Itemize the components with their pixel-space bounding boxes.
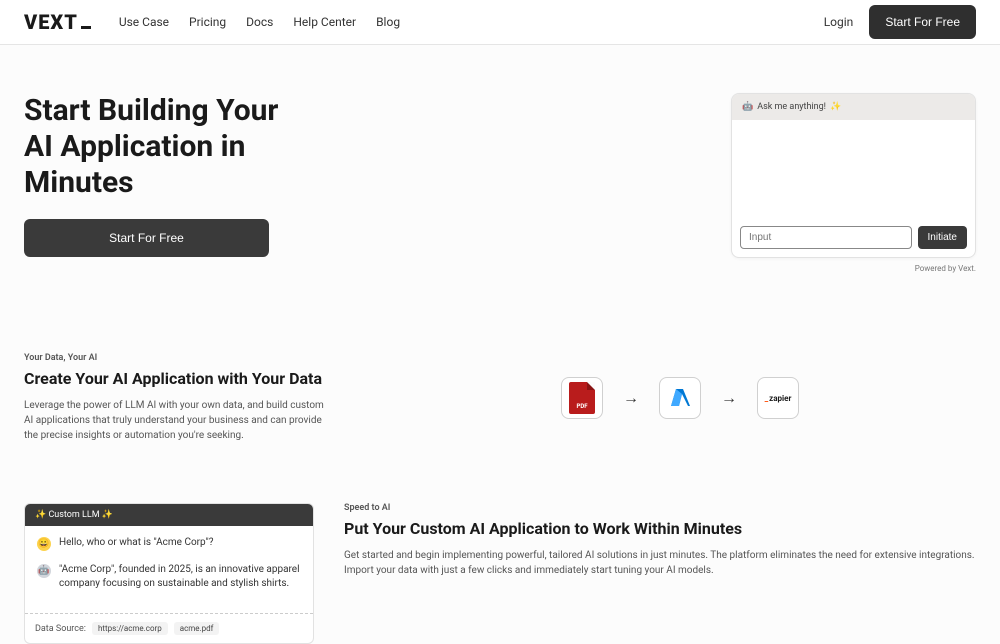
nav-blog[interactable]: Blog <box>376 15 400 29</box>
chat-body <box>732 120 975 218</box>
top-header: VEXT Use Case Pricing Docs Help Center B… <box>0 0 1000 45</box>
hero-section: Start Building Your AI Application in Mi… <box>24 45 976 333</box>
sparkle-icon: ✨ <box>830 102 841 112</box>
logo-text: VEXT <box>24 10 78 34</box>
data-section: Your Data, Your AI Create Your AI Applic… <box>24 333 976 483</box>
flow-box-azure <box>659 377 701 419</box>
start-free-hero-button[interactable]: Start For Free <box>24 219 269 257</box>
arrow-right-icon: → <box>623 388 639 408</box>
llm-data-source-row: Data Source: https://acme.corp acme.pdf <box>25 613 313 643</box>
bot-avatar-icon: 🤖 <box>37 564 51 578</box>
logo-underscore-icon <box>81 26 91 29</box>
pdf-icon: PDF <box>569 382 595 414</box>
main-nav: Use Case Pricing Docs Help Center Blog <box>119 15 400 29</box>
user-avatar-icon: 😀 <box>37 537 51 551</box>
section3-title: Put Your Custom AI Application to Work W… <box>344 519 976 538</box>
arrow-right-icon: → <box>721 388 737 408</box>
chat-input[interactable] <box>740 226 912 249</box>
nav-pricing[interactable]: Pricing <box>189 15 226 29</box>
robot-icon: 🤖 <box>742 102 753 112</box>
zapier-icon: _zapier <box>765 394 792 403</box>
logo[interactable]: VEXT <box>24 10 91 34</box>
chat-initiate-button[interactable]: Initiate <box>918 226 967 249</box>
flow-diagram: PDF → → _zapier <box>384 377 976 419</box>
llm-bot-message: 🤖 "Acme Corp", founded in 2025, is an in… <box>37 563 301 591</box>
flow-box-zapier: _zapier <box>757 377 799 419</box>
section3-body: Get started and begin implementing power… <box>344 548 976 578</box>
chat-demo-card: 🤖 Ask me anything! ✨ Initiate <box>731 93 976 258</box>
data-source-pill: acme.pdf <box>174 622 220 635</box>
hero-title: Start Building Your AI Application in Mi… <box>24 93 304 201</box>
nav-use-case[interactable]: Use Case <box>119 15 169 29</box>
nav-docs[interactable]: Docs <box>246 15 273 29</box>
data-source-label: Data Source: <box>35 624 86 634</box>
llm-card-header: ✨ Custom LLM ✨ <box>25 504 313 526</box>
speed-section: ✨ Custom LLM ✨ 😀 Hello, who or what is "… <box>24 483 976 644</box>
data-source-pill: https://acme.corp <box>92 622 168 635</box>
section3-eyebrow: Speed to AI <box>344 503 976 513</box>
llm-user-message: 😀 Hello, who or what is "Acme Corp"? <box>37 536 301 551</box>
section2-body: Leverage the power of LLM AI with your o… <box>24 398 324 443</box>
chat-header-text: Ask me anything! <box>757 102 826 112</box>
azure-icon <box>668 386 692 410</box>
llm-user-text: Hello, who or what is "Acme Corp"? <box>59 536 213 550</box>
login-link[interactable]: Login <box>824 15 854 29</box>
section2-eyebrow: Your Data, Your AI <box>24 353 324 363</box>
start-free-header-button[interactable]: Start For Free <box>869 5 976 39</box>
nav-help-center[interactable]: Help Center <box>293 15 356 29</box>
flow-box-pdf: PDF <box>561 377 603 419</box>
chat-header: 🤖 Ask me anything! ✨ <box>732 94 975 120</box>
llm-bot-text: "Acme Corp", founded in 2025, is an inno… <box>59 563 301 591</box>
llm-demo-card: ✨ Custom LLM ✨ 😀 Hello, who or what is "… <box>24 503 314 644</box>
powered-by-text: Powered by Vext. <box>731 264 976 273</box>
section2-title: Create Your AI Application with Your Dat… <box>24 369 324 388</box>
